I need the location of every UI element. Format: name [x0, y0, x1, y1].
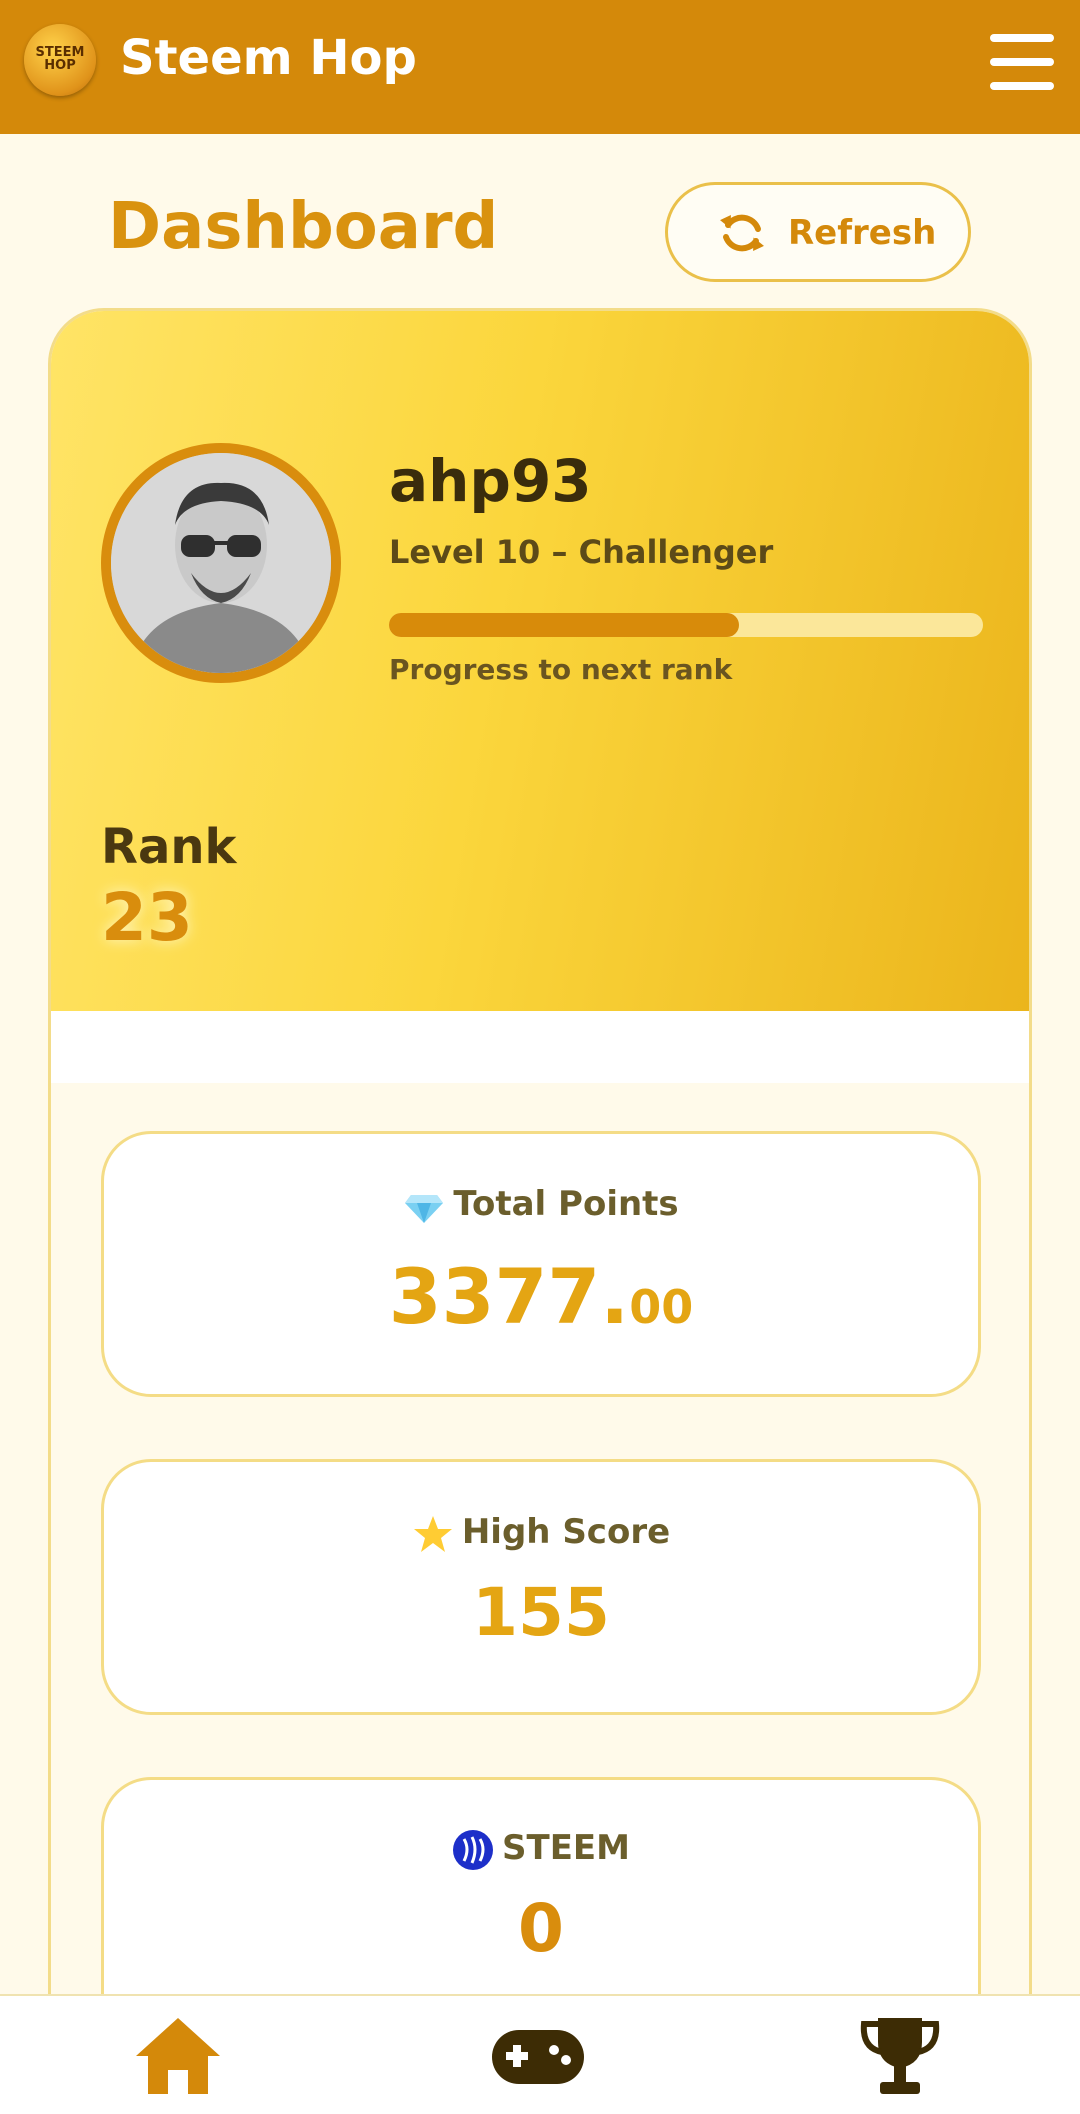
app-title: Steem Hop [120, 30, 417, 86]
bottom-nav [0, 1994, 1080, 2114]
high-score-card: High Score 155 [101, 1459, 981, 1715]
refresh-icon [720, 214, 764, 252]
refresh-label: Refresh [788, 213, 937, 253]
nav-home[interactable] [128, 2014, 228, 2098]
level-text: Level 10 – Challenger [389, 533, 774, 571]
steem-value: 0 [518, 1890, 564, 1967]
rank-value: 23 [101, 879, 193, 956]
logo-text: STEEM HOP [35, 45, 85, 73]
hero-footer [51, 1011, 1029, 1083]
total-points-label: Total Points [453, 1184, 679, 1224]
app-logo[interactable]: STEEM HOP [24, 24, 96, 96]
high-score-value: 155 [472, 1574, 610, 1651]
username: ahp93 [389, 447, 592, 515]
total-points-label-row: Total Points [104, 1184, 978, 1227]
rank-label: Rank [101, 819, 237, 875]
nav-games[interactable] [488, 2014, 588, 2098]
avatar [101, 443, 341, 683]
rank-progress-fill [389, 613, 740, 637]
rank-progress-bar [389, 613, 983, 637]
total-points-int: 3377. [388, 1252, 630, 1341]
total-points-card: Total Points 3377.00 [101, 1131, 981, 1397]
top-bar: STEEM HOP Steem Hop [0, 0, 1080, 134]
total-points-decimal: 00 [629, 1280, 694, 1334]
steem-logo-icon [453, 1829, 494, 1870]
high-score-label: High Score [461, 1512, 671, 1552]
avatar-portrait-icon [111, 453, 331, 673]
gamepad-icon [492, 2030, 584, 2084]
dashboard-card: ahp93 Level 10 – Challenger Progress to … [48, 308, 1032, 2114]
high-score-label-row: High Score [104, 1512, 978, 1555]
hamburger-menu-icon[interactable] [990, 34, 1054, 90]
steem-label-row: STEEM [104, 1828, 978, 1871]
gem-icon [405, 1194, 444, 1223]
trophy-icon [860, 2018, 940, 2094]
profile-hero: ahp93 Level 10 – Challenger Progress to … [51, 311, 1029, 1011]
home-icon [136, 2018, 220, 2094]
total-points-value: 3377.00 [104, 1252, 978, 1341]
refresh-button[interactable]: Refresh [665, 182, 971, 282]
star-icon [413, 1515, 452, 1552]
nav-leaderboard[interactable] [850, 2014, 950, 2098]
page-title: Dashboard [108, 190, 499, 264]
progress-label: Progress to next rank [389, 653, 733, 686]
steem-label: STEEM [502, 1828, 630, 1868]
